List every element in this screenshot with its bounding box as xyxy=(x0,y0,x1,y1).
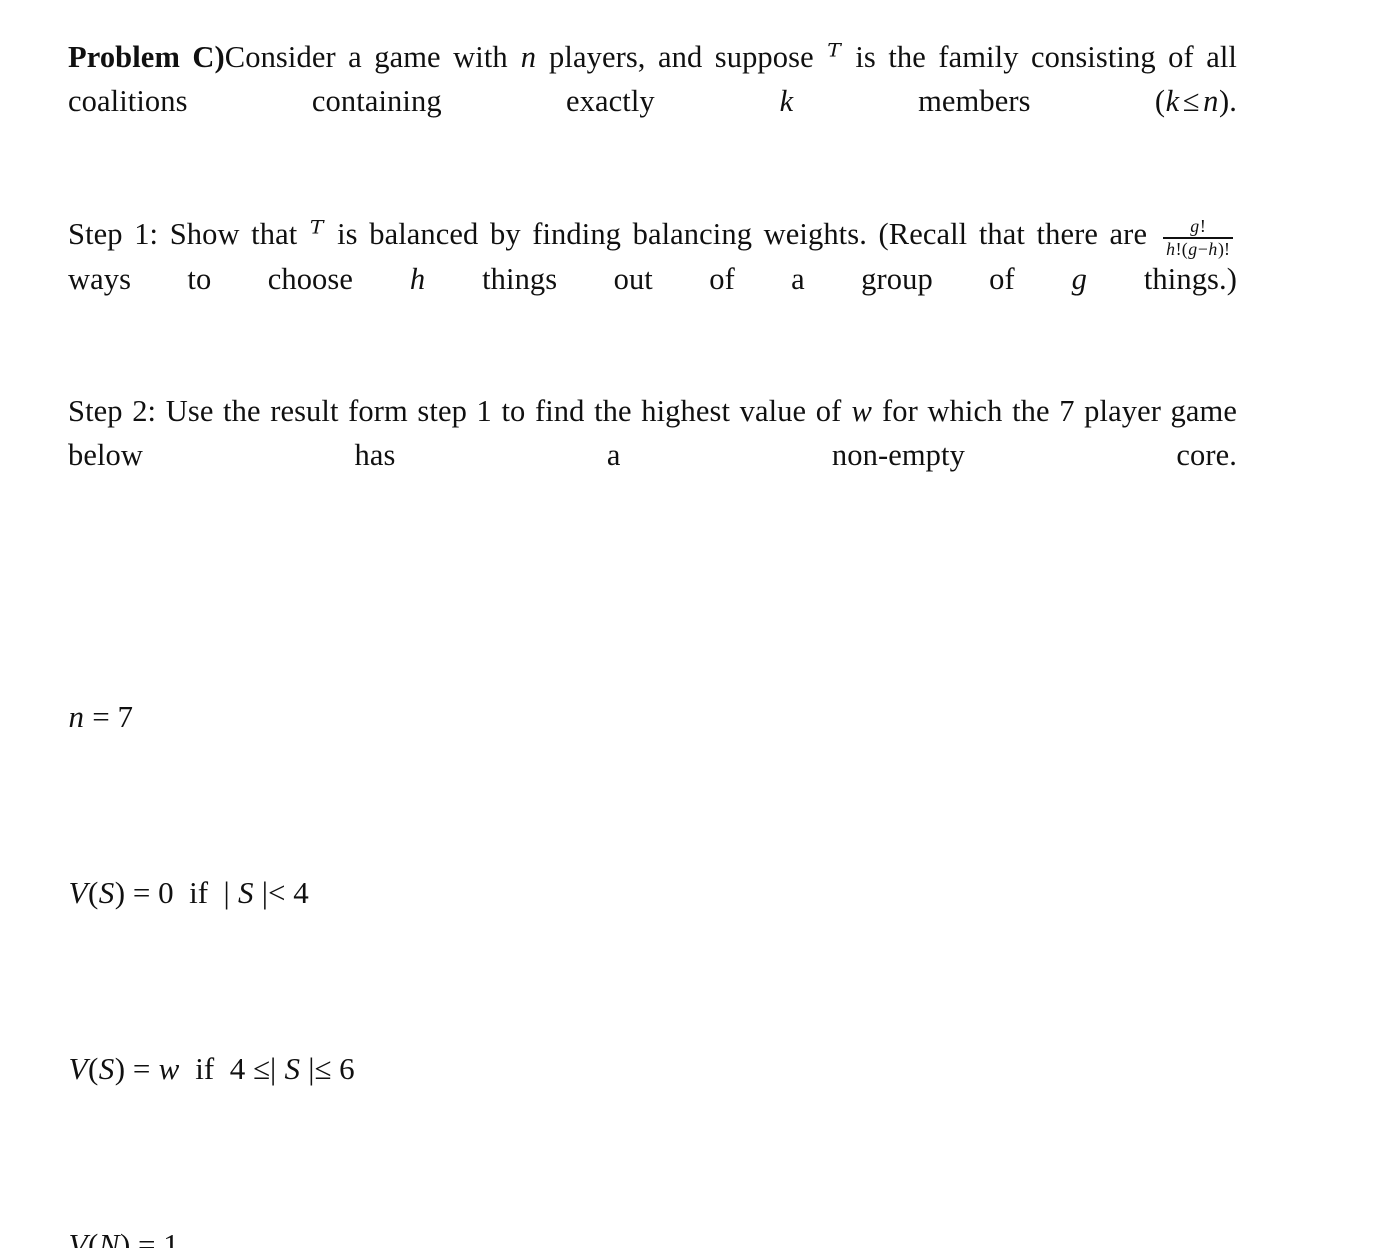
math-cond-lower-4: 4 xyxy=(229,1051,246,1087)
problem-text-1: Consider a game with xyxy=(224,40,521,74)
fraction-numerator: g! xyxy=(1163,217,1233,237)
variable-h: h xyxy=(409,262,426,297)
step1-text-1: Show that xyxy=(158,217,309,251)
variable-n-2: n xyxy=(1203,84,1219,118)
variable-n: n xyxy=(520,40,537,74)
math-rhs-1: 1 xyxy=(163,1227,179,1248)
math-cond-set-s-2: S xyxy=(284,1051,300,1087)
math-line-vs-equals-w: V(S) = w if 4 ≤| S |≤ 6 xyxy=(68,1047,1237,1091)
step1-text-4: things out of a group of xyxy=(425,262,1072,297)
math-function-v-1: V xyxy=(68,875,88,911)
math-relation-le-lower: ≤ xyxy=(252,1051,270,1087)
fraction-num-factorial: ! xyxy=(1199,216,1206,237)
math-abs-bar-close-1: | xyxy=(253,875,268,911)
math-spacer-2f xyxy=(331,1051,339,1086)
math-line-vn-equals-1: V(N) = 1 xyxy=(68,1223,1237,1248)
problem-label: Problem C) xyxy=(68,40,225,74)
math-function-v-2: V xyxy=(68,1051,88,1087)
fraction-denominator: h!(g−h)! xyxy=(1163,239,1233,259)
math-lhs-n: n xyxy=(68,699,85,735)
fraction-den-rparen-bang: )! xyxy=(1217,238,1231,259)
binomial-fraction: g! h!(g−h)! xyxy=(1162,217,1234,259)
math-spacer-2e xyxy=(300,1051,308,1086)
math-spacer-2 xyxy=(180,1051,196,1086)
problem-text-2: players, and suppose xyxy=(536,40,827,74)
problem-text-5: ). xyxy=(1219,84,1237,118)
math-rhs-w: w xyxy=(158,1051,180,1087)
math-cond-value-4: 4 xyxy=(293,875,309,911)
math-op-equals-2: = xyxy=(125,1051,159,1087)
step1-text-3: ways to choose xyxy=(68,262,410,297)
fraction-num-g: g xyxy=(1190,216,1200,237)
variable-k: k xyxy=(779,84,794,118)
math-spacer-2d xyxy=(276,1051,284,1086)
variable-g: g xyxy=(1071,262,1087,297)
math-function-v-3: V xyxy=(68,1227,88,1248)
step2-label: Step 2: xyxy=(68,394,157,429)
paragraph-step-2: Step 2: Use the result form step 1 to fi… xyxy=(68,389,1237,521)
math-rparen-1: ) xyxy=(114,875,126,911)
math-cond-set-s-1: S xyxy=(237,875,254,911)
paragraph-step-1: Step 1: Show that ᵀ is balanced by findi… xyxy=(68,211,1237,345)
variable-w: w xyxy=(851,394,872,429)
math-spacer-2c xyxy=(245,1051,253,1086)
math-spacer-2b xyxy=(214,1051,230,1086)
math-spacer-1c xyxy=(285,875,293,910)
math-spacer-1 xyxy=(174,875,190,910)
math-spacer-1b xyxy=(208,875,224,910)
math-op-equals-0: = xyxy=(84,699,118,735)
math-abs-bar-open-1: | xyxy=(223,875,238,911)
math-line-vs-equals-0: V(S) = 0 if | S |< 4 xyxy=(68,871,1237,915)
math-arg-n: N xyxy=(98,1227,120,1248)
math-relation-less-than: < xyxy=(267,875,286,911)
fraction-den-h-2: h xyxy=(1208,238,1218,259)
math-condition-word-2: if xyxy=(195,1051,215,1087)
math-arg-s-1: S xyxy=(98,875,115,911)
math-op-equals-3: = xyxy=(130,1227,164,1248)
game-definition-math-block: n = 7 V(S) = 0 if | S |< 4 V(S) = w if 4… xyxy=(68,563,1237,1248)
math-lparen-1: ( xyxy=(87,875,99,911)
math-rhs-7: 7 xyxy=(117,699,133,735)
step1-label: Step 1: xyxy=(68,217,159,251)
math-rhs-0: 0 xyxy=(158,875,174,911)
fraction-den-h: h xyxy=(1166,238,1176,259)
problem-text-4: members ( xyxy=(793,84,1166,118)
math-rparen-2: ) xyxy=(114,1051,126,1087)
step2-text-1: Use the result form step 1 to find the h… xyxy=(156,394,851,429)
fraction-den-g: g xyxy=(1188,238,1198,259)
document-page: Problem C)Consider a game with n players… xyxy=(0,0,1374,1248)
math-line-n-equals-7: n = 7 xyxy=(68,695,1237,739)
script-t-symbol-step1: ᵀ xyxy=(309,214,324,252)
variable-k-2: k xyxy=(1165,84,1180,118)
math-cond-upper-6: 6 xyxy=(339,1051,355,1087)
step1-text-2: is balanced by finding balancing weights… xyxy=(325,217,1159,251)
math-condition-word-1: if xyxy=(189,875,209,911)
relation-less-equal: ≤ xyxy=(1182,84,1200,118)
fraction-den-minus: − xyxy=(1197,238,1208,259)
math-relation-le-upper: ≤ xyxy=(314,1051,332,1087)
paragraph-problem-c: Problem C)Consider a game with n players… xyxy=(68,34,1237,167)
fraction-den-bang-lparen: !( xyxy=(1175,238,1188,259)
math-lparen-3: ( xyxy=(87,1227,99,1248)
script-t-symbol: ᵀ xyxy=(827,37,841,75)
math-op-equals-1: = xyxy=(125,875,159,911)
math-lparen-2: ( xyxy=(87,1051,99,1087)
math-arg-s-2: S xyxy=(98,1051,115,1087)
step1-text-5: things.) xyxy=(1087,262,1238,297)
math-rparen-3: ) xyxy=(119,1227,131,1248)
